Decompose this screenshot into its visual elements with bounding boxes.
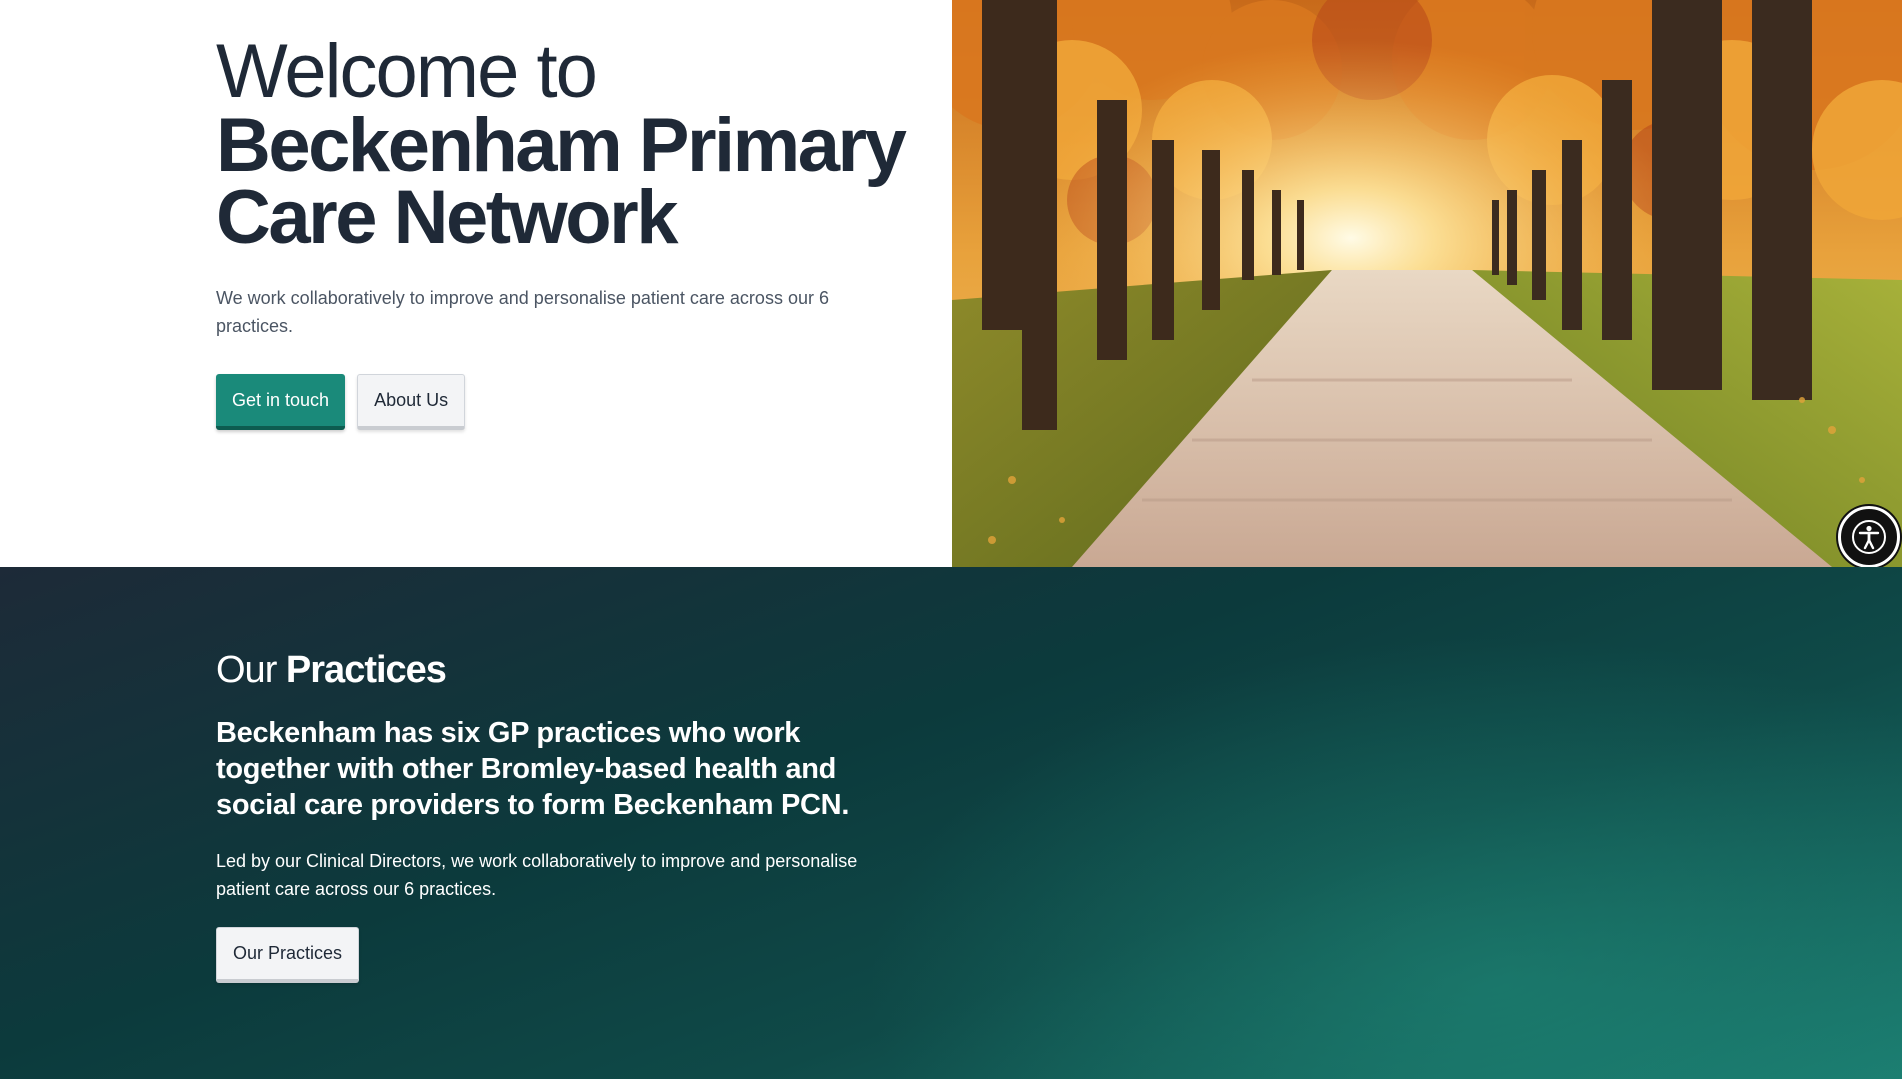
hero-title-line3: Care Network (216, 175, 678, 260)
practices-section: Our Practices Beckenham has six GP pract… (0, 567, 1902, 1079)
accessibility-button[interactable] (1838, 506, 1900, 568)
hero-text: Welcome to Beckenham Primary Care Networ… (216, 34, 936, 430)
get-in-touch-button[interactable]: Get in touch (216, 374, 346, 430)
practices-description: Led by our Clinical Directors, we work c… (216, 851, 858, 899)
practices-heading: Our Practices (216, 647, 936, 693)
practices-heading-bold: Practices (285, 649, 447, 691)
hero-description: We work collaboratively to improve and p… (216, 288, 829, 336)
hero-title-line2: Beckenham Primary (216, 103, 907, 188)
practices-buttons: Our Practices (216, 927, 936, 983)
about-us-button[interactable]: About Us (357, 374, 466, 430)
hero-title-line1: Welcome to (216, 29, 598, 114)
practices-content: Our Practices Beckenham has six GP pract… (216, 647, 936, 983)
our-practices-button[interactable]: Our Practices (216, 927, 360, 983)
practices-heading-light: Our (216, 649, 277, 691)
hero-buttons: Get in touch About Us (216, 374, 936, 430)
hero-section: Welcome to Beckenham Primary Care Networ… (0, 0, 1902, 568)
autumn-path-image (952, 0, 1902, 567)
hero-title: Welcome to Beckenham Primary Care Networ… (216, 29, 936, 260)
practices-lead: Beckenham has six GP practices who work … (216, 717, 850, 821)
accessibility-person-icon (1852, 520, 1886, 554)
